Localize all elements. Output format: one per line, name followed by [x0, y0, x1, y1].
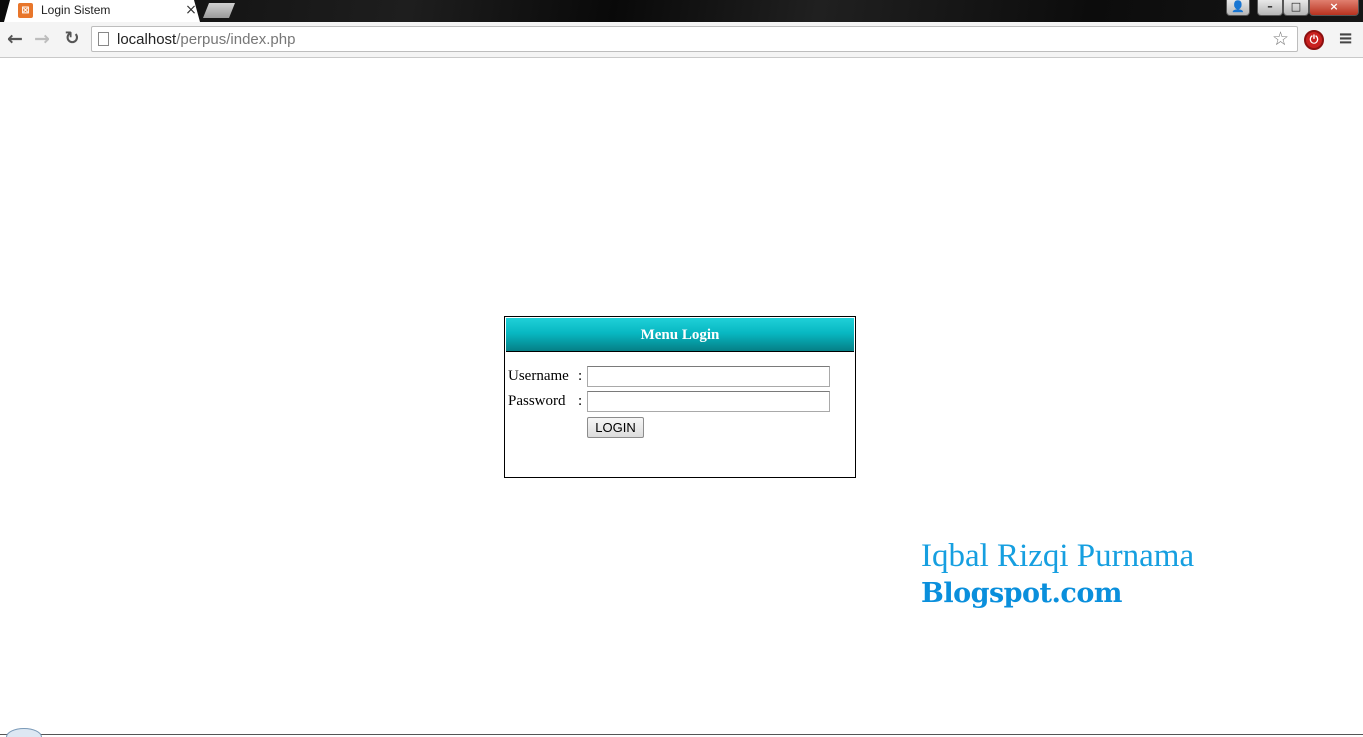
address-bar[interactable]: localhost/perpus/index.php ☆ [91, 26, 1298, 52]
new-tab-button[interactable] [203, 3, 235, 18]
reload-icon[interactable]: ↻ [61, 28, 83, 50]
login-panel: Menu Login Username : Password : LOGIN [504, 316, 856, 478]
url-path: /perpus/index.php [176, 31, 296, 48]
login-button[interactable]: LOGIN [587, 417, 644, 438]
back-arrow-icon[interactable]: ← [4, 28, 26, 50]
start-orb-icon[interactable] [6, 728, 42, 737]
xampp-favicon-icon: ⊠ [18, 3, 33, 18]
watermark-author: Iqbal Rizqi Purnama [921, 538, 1195, 574]
page-icon [98, 32, 109, 46]
taskbar-edge [0, 734, 1363, 735]
user-profile-icon[interactable]: 👤 [1226, 0, 1250, 16]
tab-login-sistem[interactable]: ⊠ Login Sistem × [4, 0, 200, 22]
browser-menu-icon[interactable]: ≡ [1338, 28, 1353, 49]
close-window-button[interactable]: × [1309, 0, 1359, 16]
watermark-site: Blogspot.com [921, 578, 1122, 609]
tab-close-icon[interactable]: × [184, 2, 198, 18]
extension-stop-icon[interactable]: ⏻ [1304, 30, 1324, 50]
browser-titlebar: ⊠ Login Sistem × 👤 – □ × [0, 0, 1363, 22]
password-input[interactable] [587, 391, 830, 412]
login-title: Menu Login [506, 318, 854, 352]
username-colon: : [578, 368, 583, 384]
forward-arrow-icon[interactable]: → [31, 28, 53, 50]
username-input[interactable] [587, 366, 830, 387]
username-label: Username [508, 368, 569, 384]
minimize-button[interactable]: – [1257, 0, 1283, 16]
password-colon: : [578, 393, 583, 409]
url-host: localhost [117, 31, 177, 48]
bookmark-star-icon[interactable]: ☆ [1272, 28, 1289, 50]
password-label: Password [508, 393, 566, 409]
maximize-button[interactable]: □ [1283, 0, 1309, 16]
address-url[interactable]: localhost/perpus/index.php [117, 31, 295, 48]
tab-title: Login Sistem [41, 3, 111, 17]
browser-toolbar: ← → ↻ localhost/perpus/index.php ☆ [0, 22, 1363, 58]
